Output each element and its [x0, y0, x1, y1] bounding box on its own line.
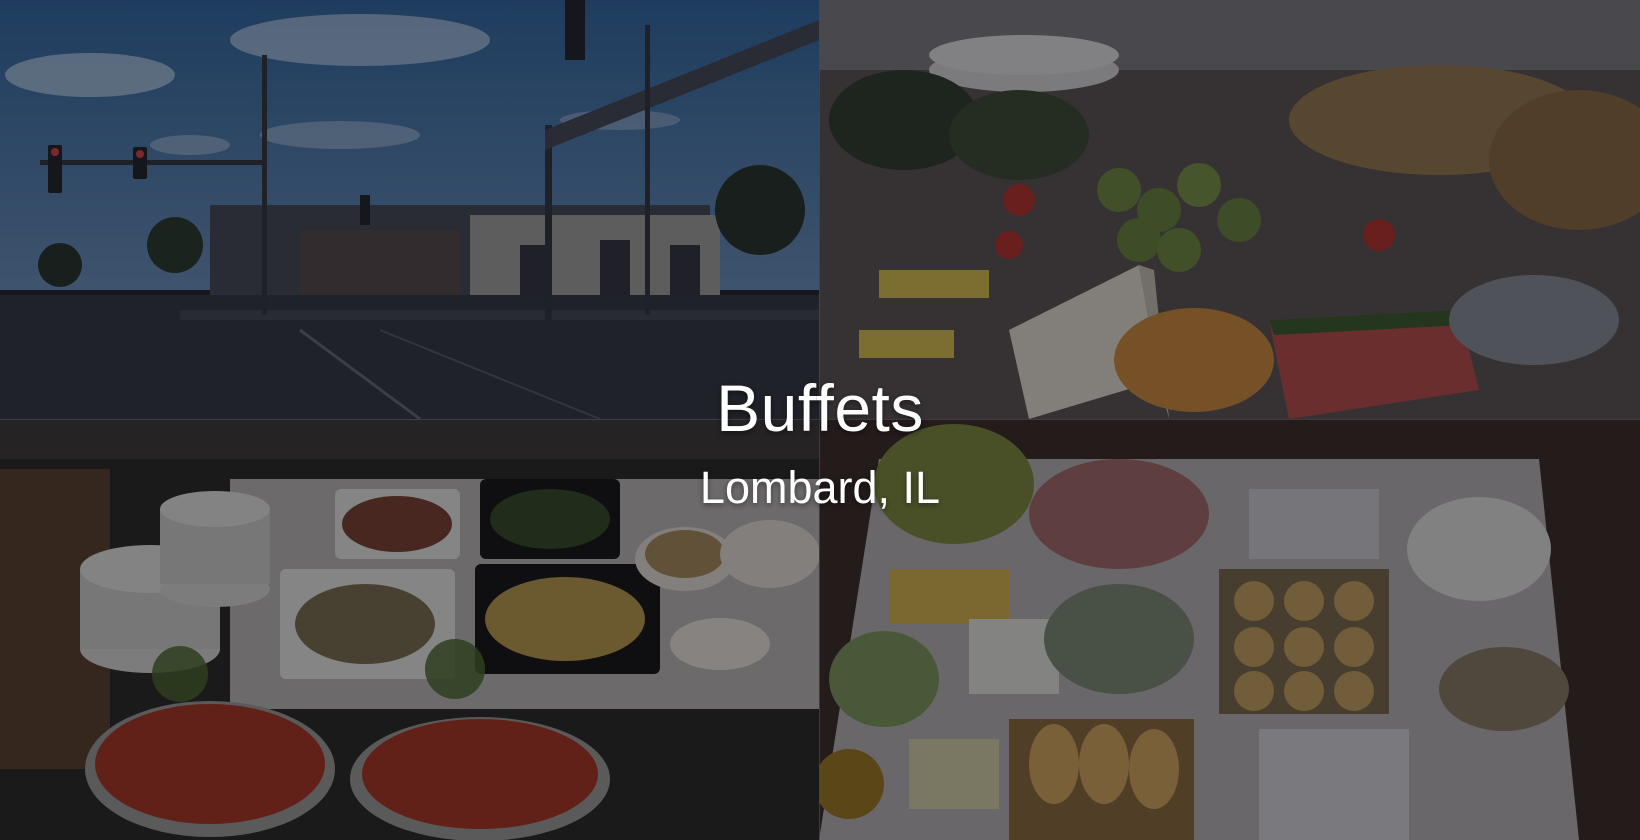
collage-horizontal-divider — [0, 419, 1640, 420]
fruit-cheese-platter-photo — [819, 0, 1640, 419]
crawfish-salad-buffet-photo — [0, 419, 819, 840]
buffets-hero-banner: Buffets Lombard, IL — [0, 0, 1640, 840]
collage-vertical-divider — [819, 0, 820, 840]
breakfast-buffet-table-photo — [819, 419, 1640, 840]
photo-collage — [0, 0, 1640, 840]
street-intersection-photo — [0, 0, 819, 419]
